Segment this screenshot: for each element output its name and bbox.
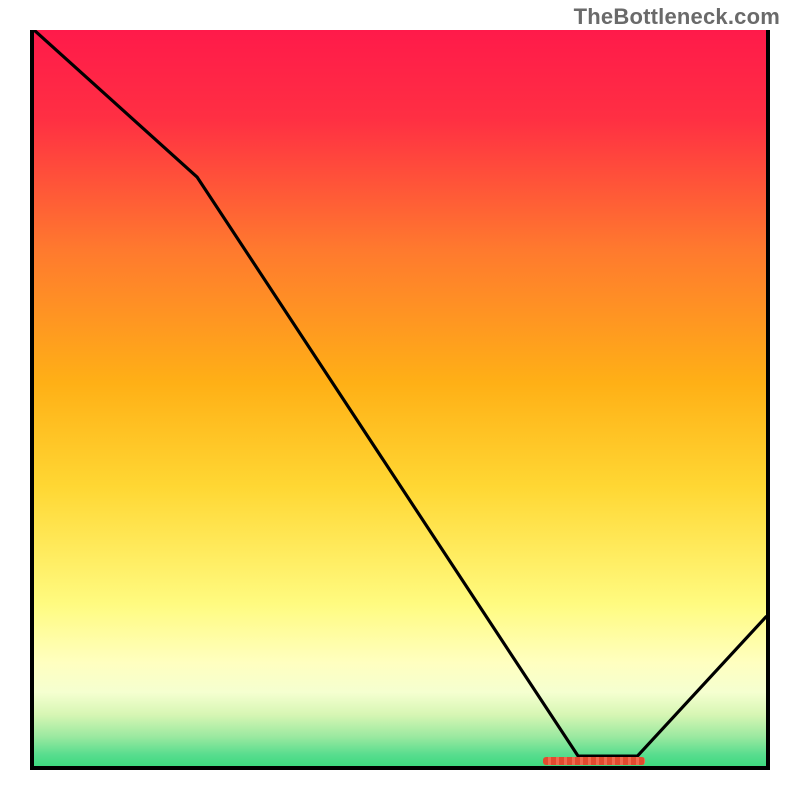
chart-plot-area xyxy=(30,30,770,770)
chart-line-series xyxy=(34,30,766,766)
watermark-text: TheBottleneck.com xyxy=(574,4,780,30)
optimal-range-marker xyxy=(543,757,645,765)
